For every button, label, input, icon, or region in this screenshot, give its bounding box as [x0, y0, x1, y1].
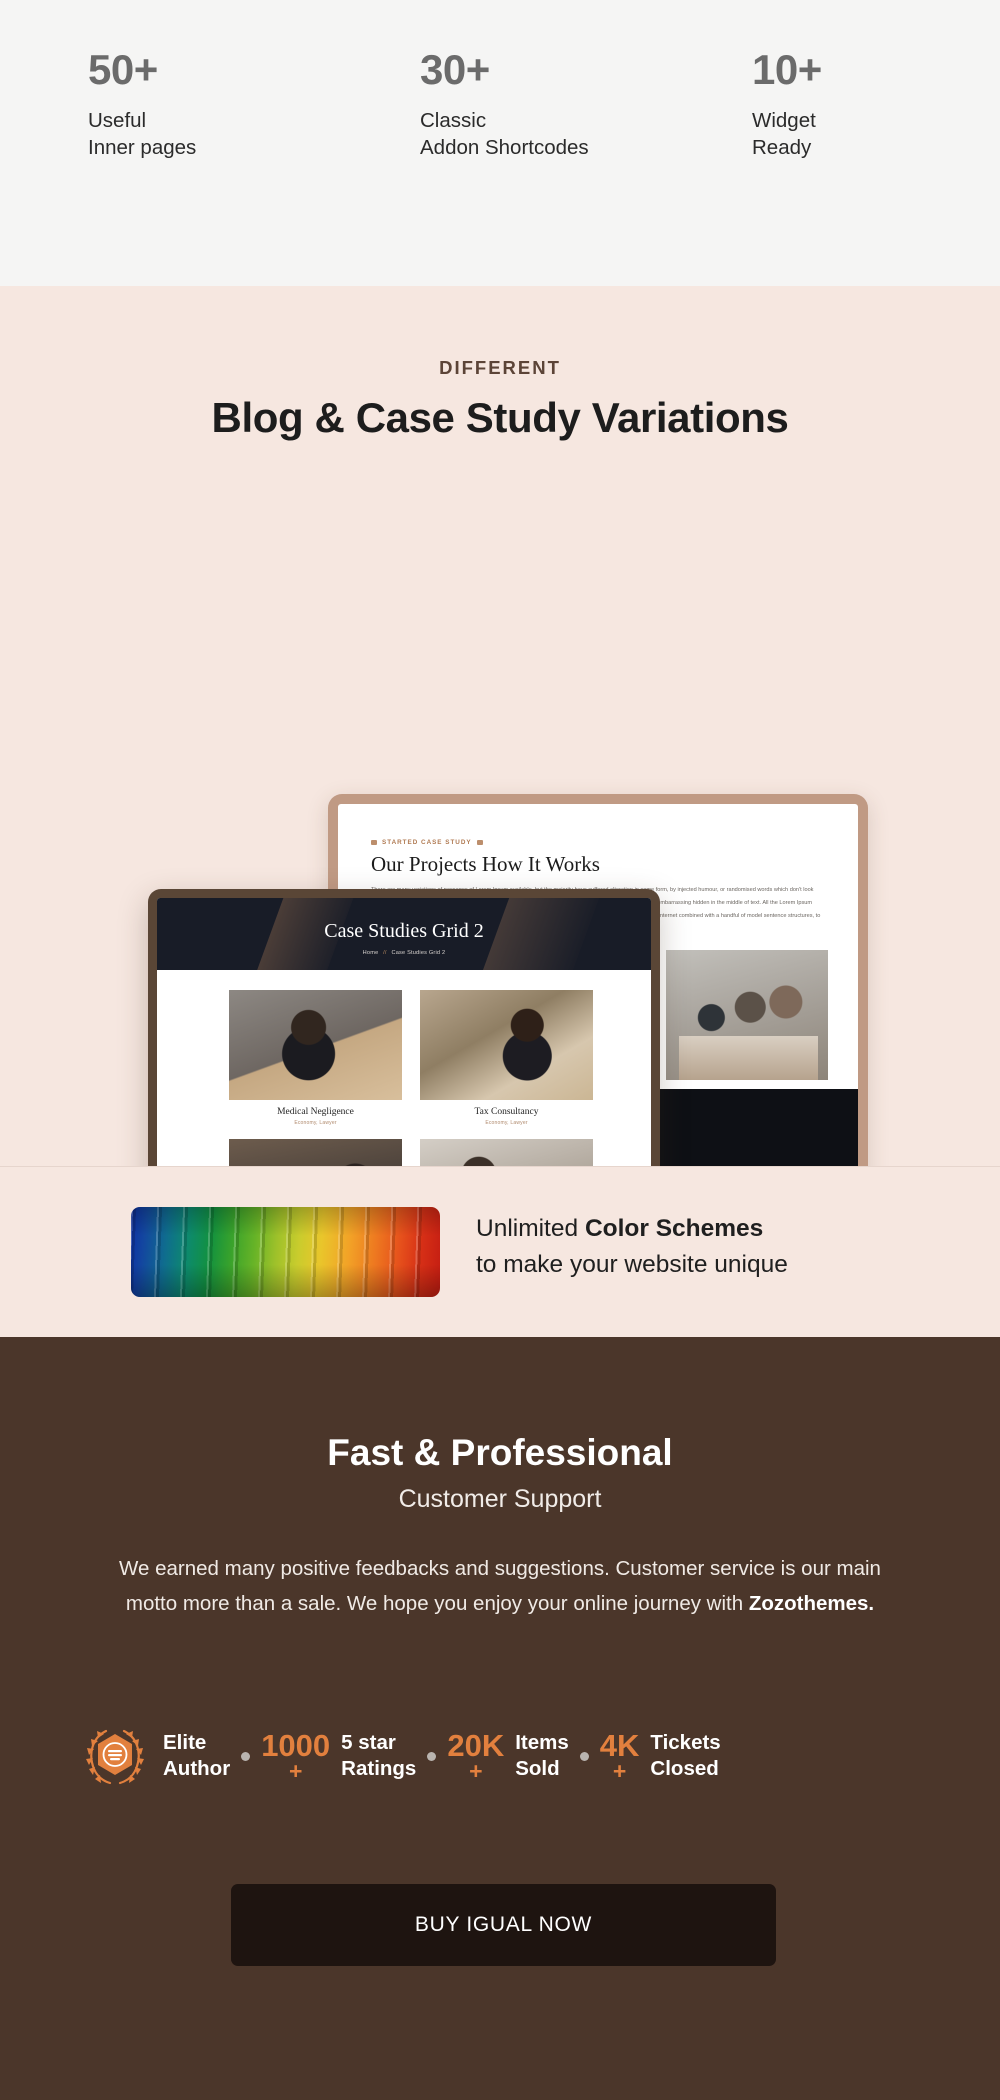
blog-case-study-section: DIFFERENT Blog & Case Study Variations S…: [0, 286, 1000, 1387]
stat-number: 20K +: [447, 1699, 504, 1814]
elite-author-badge-icon: [80, 1721, 150, 1791]
stat-separator-dot: [427, 1751, 437, 1761]
front-mockup-hero: Case Studies Grid 2 Home // Case Studies…: [157, 898, 651, 970]
stat-number: 4K +: [600, 1699, 640, 1814]
support-subtitle: Customer Support: [398, 1485, 602, 1513]
case-study-meta: Economy, Lawyer: [485, 1120, 528, 1126]
counters-row: 50+ Useful Inner pages 30+ Classic Addon…: [88, 46, 968, 161]
counter-number: 30+: [420, 46, 490, 93]
stat-number-plus: +: [288, 1757, 303, 1784]
support-title: Fast & Professional: [327, 1432, 673, 1473]
flag-icon: [371, 840, 377, 845]
section-eyebrow: DIFFERENT: [439, 357, 561, 378]
color-schemes-line1-strong: Color Schemes: [584, 1215, 764, 1242]
breadcrumb-separator-icon: //: [383, 950, 387, 956]
color-schemes-text: Unlimited Color Schemes to make your web…: [476, 1211, 946, 1284]
stat-label: Tickets Closed: [650, 1730, 721, 1780]
back-mockup-eyebrow: STARTED CASE STUDY: [371, 839, 483, 846]
counter-label: Widget Ready: [752, 109, 816, 159]
stat-label: Items Sold: [515, 1730, 569, 1780]
case-study-thumbnail: [420, 990, 593, 1100]
case-study-thumbnail: [229, 990, 402, 1100]
feature-counters-section: 50+ Useful Inner pages 30+ Classic Addon…: [0, 0, 1000, 286]
counter-number: 50+: [88, 46, 158, 93]
counter-label: Classic Addon Shortcodes: [420, 109, 589, 159]
counter-number: 10+: [752, 46, 822, 93]
back-mockup-photo: [666, 950, 828, 1080]
color-swatch-image: [131, 1207, 440, 1297]
stat-number-plus: +: [612, 1757, 627, 1784]
counter-label: Useful Inner pages: [88, 109, 197, 159]
breadcrumb-current: Case Studies Grid 2: [391, 950, 446, 956]
flag-icon: [476, 840, 483, 845]
stat-separator-dot: [241, 1751, 251, 1761]
color-schemes-line2: to make your website unique: [476, 1251, 788, 1279]
case-study-card[interactable]: Medical Negligence Economy, Lawyer: [229, 990, 402, 1126]
front-mockup-hero-title: Case Studies Grid 2: [324, 920, 484, 942]
breadcrumb-home[interactable]: Home: [363, 950, 379, 956]
case-study-meta: Economy, Lawyer: [294, 1120, 337, 1126]
page-title: Blog & Case Study Variations: [211, 394, 789, 441]
brand-name: Zozothemes.: [748, 1592, 875, 1616]
breadcrumb: Home // Case Studies Grid 2: [157, 950, 651, 956]
buy-now-button[interactable]: BUY IGUAL NOW: [231, 1884, 776, 1966]
promo-page: 50+ Useful Inner pages 30+ Classic Addon…: [0, 0, 1000, 2100]
stat-separator-dot: [579, 1751, 589, 1761]
stat-number-plus: +: [469, 1757, 483, 1784]
case-study-title: Medical Negligence: [277, 1107, 354, 1117]
counter-item: 50+ Useful Inner pages: [88, 46, 420, 161]
counter-item: 30+ Classic Addon Shortcodes: [420, 46, 752, 161]
color-schemes-section: Unlimited Color Schemes to make your web…: [0, 1166, 1000, 1337]
color-schemes-line1-prefix: Unlimited: [476, 1215, 585, 1242]
stat-label: 5 star Ratings: [341, 1730, 417, 1780]
stats-row: Elite Author 1000 + 5 star Ratings 20K +…: [80, 1715, 920, 1797]
support-paragraph: We earned many positive feedbacks and su…: [100, 1551, 900, 1622]
stat-number: 1000 +: [261, 1699, 330, 1814]
case-study-card[interactable]: Tax Consultancy Economy, Lawyer: [420, 990, 593, 1126]
case-study-title: Tax Consultancy: [474, 1107, 539, 1117]
counter-item: 10+ Widget Ready: [752, 46, 968, 161]
back-mockup-title: Our Projects How It Works: [371, 852, 600, 876]
elite-author-label: Elite Author: [163, 1730, 231, 1780]
